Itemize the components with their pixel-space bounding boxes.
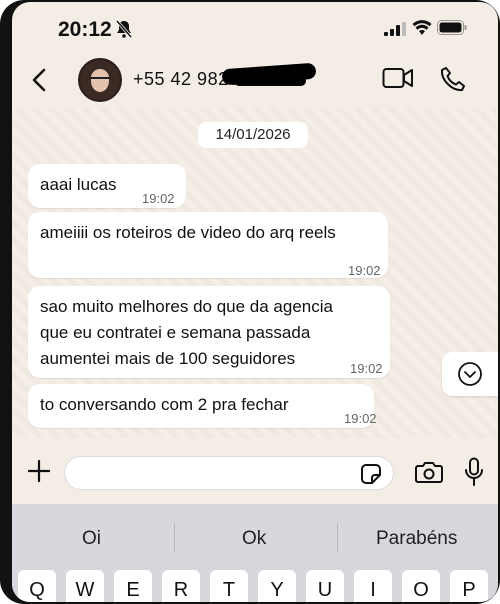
key[interactable]: Y — [258, 570, 296, 602]
status-bar: 20:12 — [12, 2, 498, 52]
suggestion-item[interactable]: Ok — [242, 528, 266, 550]
suggestion-divider — [337, 524, 338, 552]
key[interactable]: R — [162, 570, 200, 602]
chat-screen: 20:12 +55 42 98234-5012 14/01/2026 aaai … — [12, 2, 498, 602]
avatar[interactable] — [78, 58, 122, 102]
keyboard: Oi Ok Parabéns Q W E R T Y U I O P — [12, 504, 498, 602]
key[interactable]: E — [114, 570, 152, 602]
plus-icon[interactable] — [28, 460, 50, 482]
message-time: 19:02 — [142, 191, 175, 206]
key[interactable]: W — [66, 570, 104, 602]
scroll-down-button[interactable] — [442, 352, 498, 396]
wifi-icon — [412, 20, 432, 35]
date-chip: 14/01/2026 — [198, 122, 308, 148]
message-bubble[interactable]: ameiiii os roteiros de video do arq reel… — [28, 212, 388, 278]
signal-icon — [384, 22, 406, 36]
chat-header: +55 42 98234-5012 — [12, 52, 498, 108]
key[interactable]: U — [306, 570, 344, 602]
message-bubble[interactable]: to conversando com 2 pra fechar 19:02 — [28, 384, 377, 428]
suggestion-item[interactable]: Parabéns — [376, 528, 457, 550]
phone-frame: 20:12 +55 42 98234-5012 14/01/2026 aaai … — [0, 0, 500, 604]
message-text: ameiiii os roteiros de video do arq reel… — [40, 223, 336, 242]
message-time: 19:02 — [348, 263, 381, 278]
camera-icon[interactable] — [415, 460, 443, 484]
message-text: aaai lucas — [40, 175, 117, 194]
video-call-icon[interactable] — [382, 66, 414, 90]
message-text: sao muito melhores do que da agencia que… — [40, 297, 333, 368]
microphone-icon[interactable] — [464, 457, 484, 487]
message-time: 19:02 — [350, 361, 383, 376]
phone-icon[interactable] — [440, 66, 466, 92]
message-list[interactable]: 14/01/2026 aaai lucas 19:02 ameiiii os r… — [12, 108, 498, 438]
message-time: 19:02 — [344, 411, 377, 426]
message-bubble[interactable]: aaai lucas 19:02 — [28, 164, 186, 208]
key[interactable]: O — [402, 570, 440, 602]
suggestion-item[interactable]: Oi — [82, 528, 101, 550]
chevron-down-icon — [458, 362, 482, 386]
key[interactable]: P — [450, 570, 488, 602]
status-time: 20:12 — [58, 18, 112, 41]
battery-icon — [437, 20, 467, 35]
key[interactable]: T — [210, 570, 248, 602]
composer — [12, 442, 498, 502]
message-bubble[interactable]: sao muito melhores do que da agencia que… — [28, 286, 390, 378]
message-text: to conversando com 2 pra fechar — [40, 395, 289, 414]
sticker-icon[interactable] — [360, 463, 382, 485]
key[interactable]: I — [354, 570, 392, 602]
key[interactable]: Q — [18, 570, 56, 602]
suggestion-divider — [174, 524, 175, 552]
back-arrow-icon[interactable] — [30, 66, 50, 94]
message-input[interactable] — [64, 456, 394, 490]
bell-off-icon — [116, 20, 132, 38]
redaction-mark — [234, 76, 306, 86]
